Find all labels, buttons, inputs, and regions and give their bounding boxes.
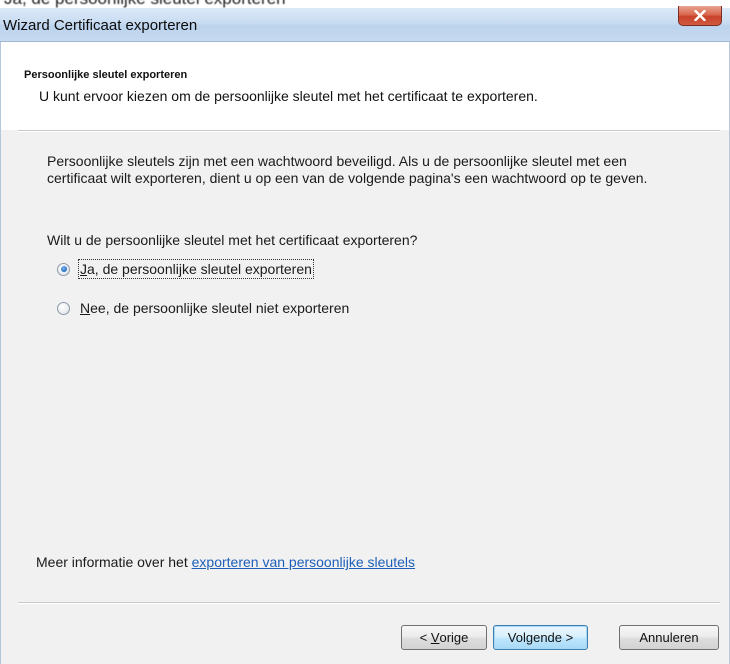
more-info-line: Meer informatie over het exporteren van … bbox=[36, 554, 676, 571]
info-paragraph: Persoonlijke sleutels zijn met een wacht… bbox=[47, 153, 648, 186]
more-info-link[interactable]: exporteren van persoonlijke sleutels bbox=[192, 554, 415, 570]
title-bar[interactable]: Wizard Certificaat exporteren bbox=[0, 6, 730, 42]
header-panel: Persoonlijke sleutel exporteren U kunt e… bbox=[1, 42, 729, 130]
window-title: Wizard Certificaat exporteren bbox=[3, 17, 198, 34]
option-export-key-label[interactable]: Ja, de persoonlijke sleutel exporteren bbox=[78, 259, 314, 279]
option-no-export-key[interactable]: Nee, de persoonlijke sleutel niet export… bbox=[57, 298, 350, 318]
cancel-button[interactable]: Annuleren bbox=[619, 625, 719, 650]
option-export-key-text: a, de persoonlijke sleutel exporteren bbox=[87, 261, 312, 277]
close-icon bbox=[694, 10, 706, 21]
question-text: Wilt u de persoonlijke sleutel met het c… bbox=[47, 232, 418, 248]
more-info-prefix: Meer informatie over het bbox=[36, 554, 188, 570]
page-title: Persoonlijke sleutel exporteren bbox=[24, 69, 188, 81]
option-no-export-key-text: ee, de persoonlijke sleutel niet exporte… bbox=[90, 300, 350, 316]
radio-no-export-key[interactable] bbox=[57, 301, 70, 315]
screen: Ja, de persoonlijke sleutel exporteren W… bbox=[0, 0, 730, 664]
option-no-export-key-label[interactable]: Nee, de persoonlijke sleutel niet export… bbox=[79, 299, 350, 317]
header-divider bbox=[18, 130, 720, 132]
next-button-label: Volgende > bbox=[507, 630, 574, 645]
footer-divider bbox=[18, 602, 720, 604]
back-button-prefix: < bbox=[419, 630, 431, 645]
next-button[interactable]: Volgende > bbox=[493, 625, 588, 650]
wizard-dialog: Persoonlijke sleutel exporteren U kunt e… bbox=[0, 42, 730, 664]
option-no-export-key-accel: N bbox=[80, 300, 91, 316]
back-button-accel: V bbox=[430, 630, 440, 645]
option-export-key-accel: J bbox=[80, 261, 87, 277]
back-button-rest: orige bbox=[439, 630, 469, 645]
option-export-key[interactable]: Ja, de persoonlijke sleutel exporteren bbox=[57, 259, 314, 279]
back-button[interactable]: < Vorige bbox=[401, 625, 487, 650]
cancel-button-label: Annuleren bbox=[639, 630, 699, 645]
radio-export-key[interactable] bbox=[57, 262, 70, 276]
page-subtitle: U kunt ervoor kiezen om de persoonlijke … bbox=[39, 88, 538, 104]
close-button[interactable] bbox=[678, 6, 722, 26]
